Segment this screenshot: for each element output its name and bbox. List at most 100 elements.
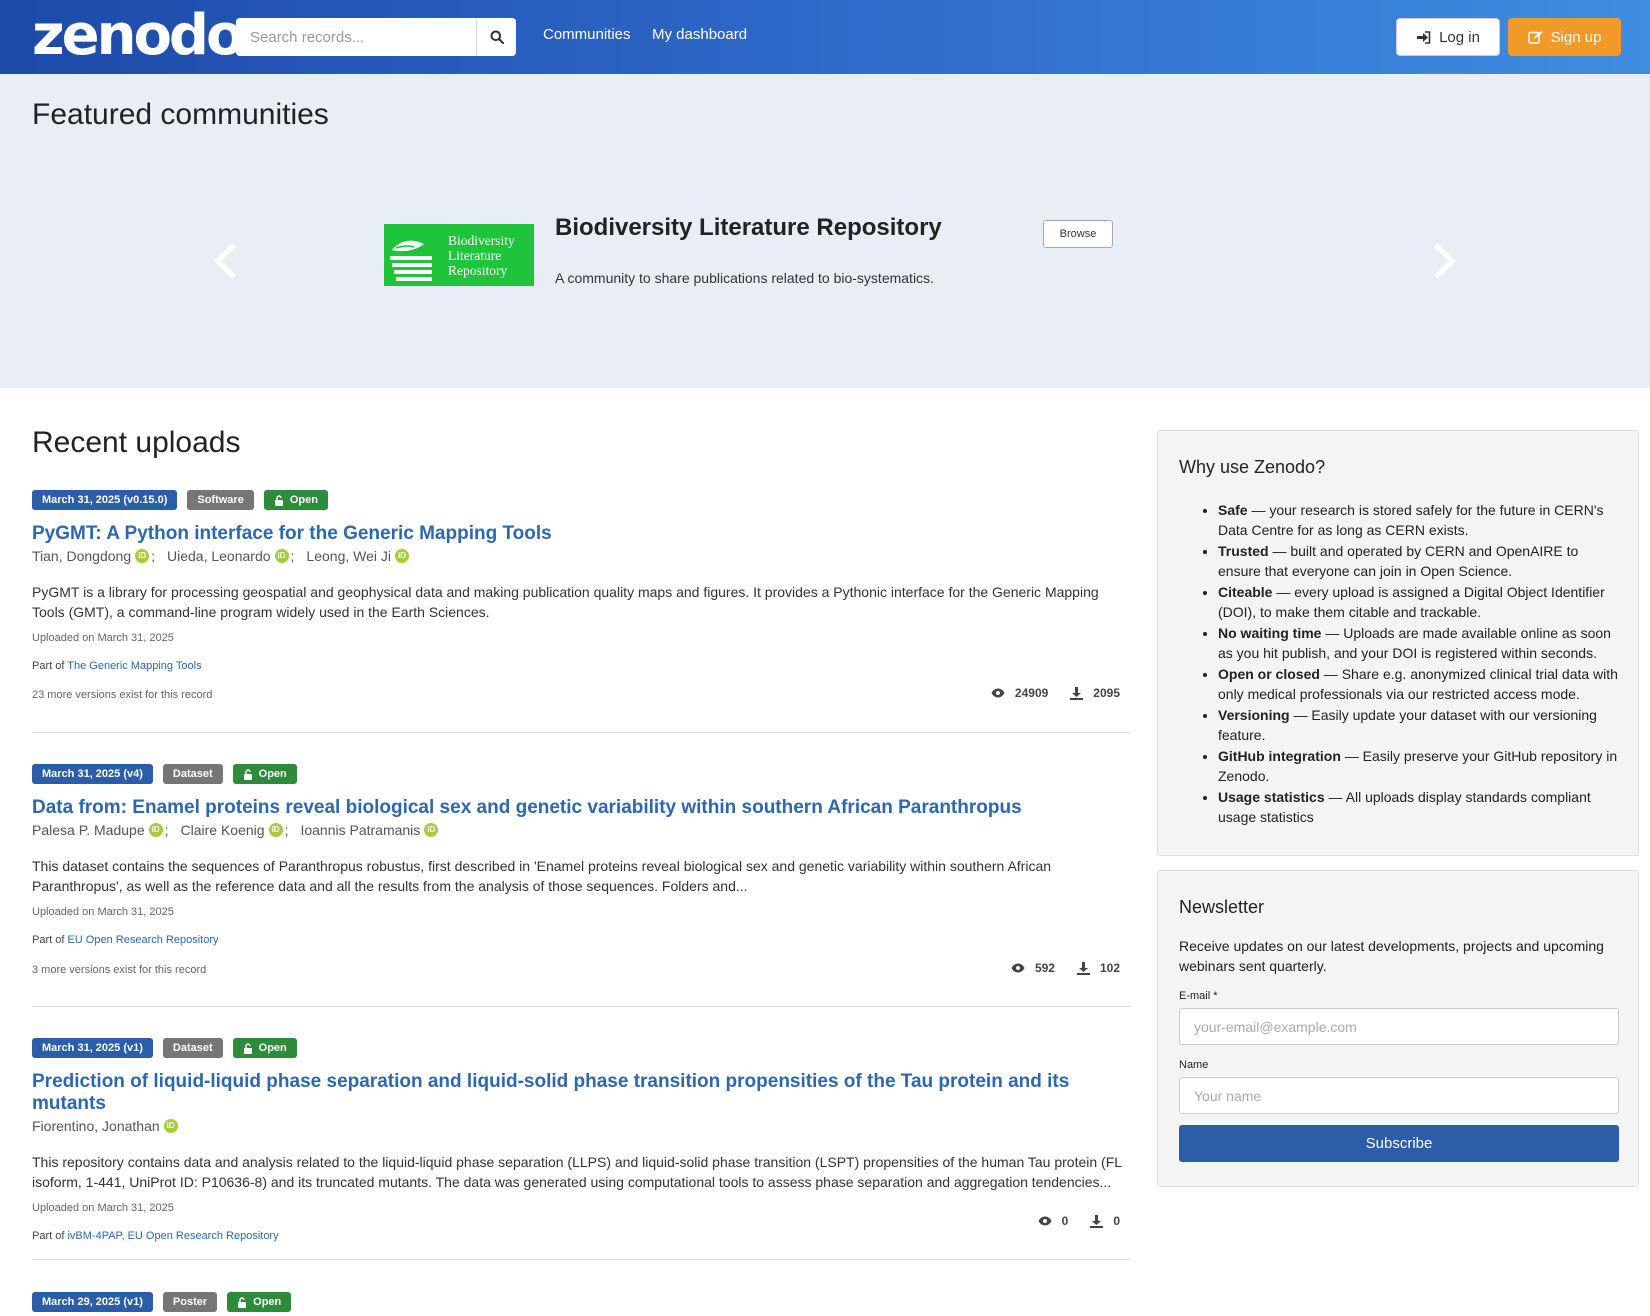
logo-line: Biodiversity — [448, 232, 515, 248]
resource-type-label: Dataset — [162, 1038, 223, 1058]
logo-line: Literature — [448, 247, 502, 263]
author-name[interactable]: Palesa P. Madupe — [32, 822, 145, 838]
why-item: Citeable — every upload is assigned a Di… — [1218, 582, 1618, 622]
newsletter-description: Receive updates on our latest developmen… — [1179, 938, 1604, 974]
record-item: March 31, 2025 (v4) Dataset Open Data fr… — [32, 764, 1130, 1007]
record-stats: 592 102 — [1011, 961, 1120, 975]
author-name[interactable]: Ioannis Patramanis — [300, 822, 420, 838]
why-item-title: Trusted — [1218, 543, 1269, 559]
featured-community-title[interactable]: Biodiversity Literature Repository — [555, 214, 942, 242]
signup-button[interactable]: Sign up — [1508, 18, 1621, 56]
upload-date: Uploaded on March 31, 2025 — [32, 1202, 174, 1214]
edit-icon — [1527, 31, 1543, 44]
access-label-text: Open — [258, 768, 287, 780]
search-icon — [490, 30, 504, 44]
views-count: 592 — [1034, 961, 1055, 975]
views-count: 0 — [1061, 1214, 1069, 1228]
search-input[interactable] — [236, 18, 476, 56]
date-label: March 31, 2025 (v1) — [32, 1038, 153, 1058]
eye-icon — [991, 688, 1005, 698]
part-of-prefix: Part of — [32, 1230, 65, 1242]
record-description: This repository contains data and analys… — [32, 1154, 1122, 1190]
eye-icon — [1011, 963, 1025, 973]
orcid-icon[interactable]: iD — [268, 823, 283, 837]
date-label: March 29, 2025 (v1) — [32, 1292, 153, 1312]
record-title-link[interactable]: PyGMT: A Python interface for the Generi… — [32, 523, 1130, 545]
why-item: Usage statistics — All uploads display s… — [1218, 787, 1618, 827]
part-of: Part of The Generic Mapping Tools — [32, 660, 1130, 672]
signup-label: Sign up — [1550, 28, 1602, 46]
zenodo-logo[interactable]: zenodo — [32, 6, 244, 66]
why-item-title: Versioning — [1218, 707, 1290, 723]
orcid-icon[interactable]: iD — [148, 823, 163, 837]
record-authors: Fiorentino, Jonathan iD — [32, 1118, 1130, 1134]
record-item: March 31, 2025 (v1) Dataset Open Predict… — [32, 1038, 1130, 1260]
download-icon — [1070, 686, 1084, 700]
author-name[interactable]: Tian, Dongdong — [32, 548, 131, 564]
versions-note[interactable]: 23 more versions exist for this record — [32, 689, 212, 701]
featured-community-description: A community to share publications relate… — [555, 270, 934, 286]
carousel-next-icon[interactable] — [1432, 234, 1458, 294]
why-item: GitHub integration — Easily preserve you… — [1218, 746, 1618, 786]
why-item-title: No waiting time — [1218, 625, 1322, 641]
author-name[interactable]: Claire Koenig — [181, 822, 265, 838]
community-logo[interactable]: Biodiversity Literature Repository — [384, 224, 534, 286]
subscribe-button[interactable]: Subscribe — [1179, 1125, 1619, 1162]
nav-my-dashboard[interactable]: My dashboard — [652, 26, 747, 43]
downloads-count: 102 — [1099, 961, 1120, 975]
record-stats: 24909 2095 — [991, 686, 1120, 700]
login-label: Log in — [1439, 28, 1480, 46]
record-title-link[interactable]: Prediction of liquid-liquid phase separa… — [32, 1071, 1130, 1115]
orcid-icon[interactable]: iD — [274, 549, 289, 563]
carousel-prev-icon[interactable] — [212, 234, 238, 294]
top-header: zenodo Communities My dashboard Log in S… — [0, 0, 1650, 74]
newsletter-panel: Newsletter Receive updates on our latest… — [1157, 870, 1639, 1187]
record-authors: Tian, Dongdong iD; Uieda, Leonardo iD; Leo… — [32, 548, 1130, 564]
community-link[interactable]: ivBM-4PAP, EU Open Research Repository — [67, 1230, 278, 1242]
orcid-icon[interactable]: iD — [163, 1119, 178, 1133]
record-item: March 31, 2025 (v0.15.0) Software Open P… — [32, 490, 1130, 733]
why-item-text: — every upload is assigned a Digital Obj… — [1218, 584, 1605, 620]
record-description: PyGMT is a library for processing geospa… — [32, 584, 1099, 620]
featured-communities-section: Featured communities Biodiversity Litera… — [0, 74, 1650, 388]
download-icon — [1090, 1214, 1104, 1228]
part-of-prefix: Part of — [32, 934, 65, 946]
orcid-icon[interactable]: iD — [135, 549, 150, 563]
why-item-title: Open or closed — [1218, 666, 1320, 682]
access-label: Open — [227, 1292, 292, 1312]
access-label-text: Open — [258, 1042, 287, 1054]
author-name[interactable]: Uieda, Leonardo — [167, 548, 271, 564]
browse-button[interactable]: Browse — [1043, 220, 1113, 248]
community-link[interactable]: EU Open Research Repository — [67, 934, 218, 946]
author-name[interactable]: Leong, Wei Ji — [306, 548, 391, 564]
record-item: March 29, 2025 (v1) Poster Open — [32, 1292, 1130, 1314]
leaf-stack-icon — [390, 240, 432, 281]
part-of-prefix: Part of — [32, 660, 65, 672]
orcid-icon[interactable]: iD — [395, 549, 409, 563]
orcid-icon[interactable]: iD — [424, 823, 439, 837]
why-item: Open or closed — Share e.g. anonymized c… — [1218, 664, 1618, 704]
author-name[interactable]: Fiorentino, Jonathan — [32, 1118, 160, 1134]
record-title-link[interactable]: Data from: Enamel proteins reveal biolog… — [32, 797, 1130, 819]
part-of: Part of EU Open Research Repository — [32, 934, 1130, 946]
why-item-text: — your research is stored safely for the… — [1218, 502, 1604, 538]
resource-type-label: Dataset — [162, 764, 223, 784]
why-item: Versioning — Easily update your dataset … — [1218, 705, 1618, 745]
search-box — [236, 18, 516, 56]
community-link[interactable]: The Generic Mapping Tools — [67, 660, 201, 672]
login-button[interactable]: Log in — [1396, 18, 1500, 56]
upload-date: Uploaded on March 31, 2025 — [32, 906, 174, 918]
downloads-count: 2095 — [1093, 686, 1120, 700]
resource-type-label: Poster — [162, 1292, 218, 1312]
access-label: Open — [263, 490, 328, 510]
name-field[interactable] — [1179, 1077, 1619, 1114]
date-label: March 31, 2025 (v0.15.0) — [32, 490, 178, 510]
why-list: Safe — your research is stored safely fo… — [1218, 500, 1618, 827]
unlock-icon — [243, 1042, 252, 1054]
versions-note[interactable]: 3 more versions exist for this record — [32, 964, 206, 976]
nav-communities[interactable]: Communities — [543, 26, 631, 43]
search-button[interactable] — [476, 18, 516, 56]
email-field[interactable] — [1179, 1008, 1619, 1045]
resource-type-label: Software — [187, 490, 254, 510]
access-label: Open — [232, 764, 297, 784]
